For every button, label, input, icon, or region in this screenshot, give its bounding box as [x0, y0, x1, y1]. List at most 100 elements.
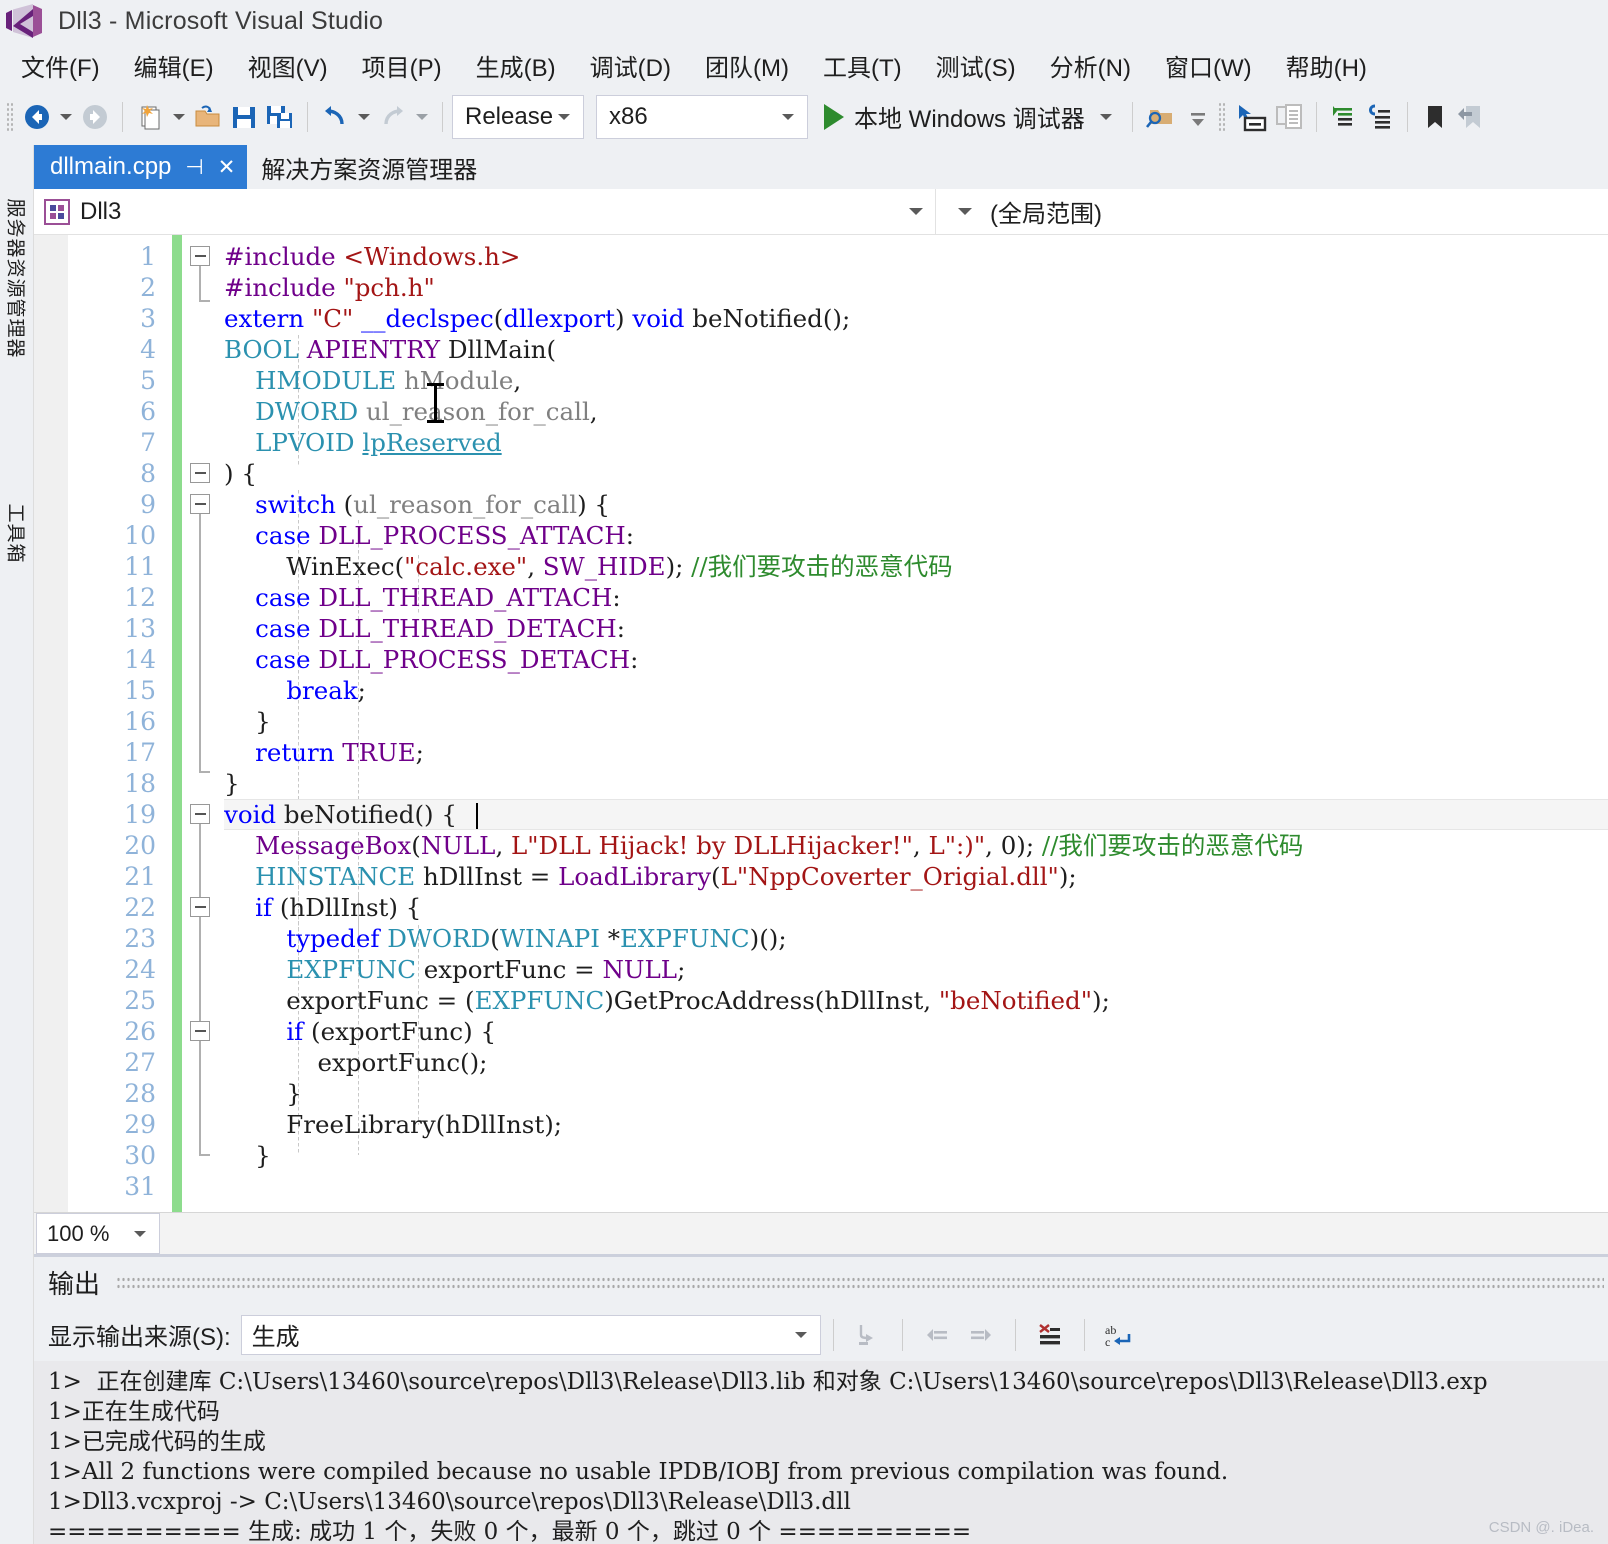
solution-platform-combo[interactable]: x86	[596, 94, 808, 139]
output-source-combo[interactable]: 生成	[240, 1314, 821, 1355]
menu-build[interactable]: 生成(B)	[459, 45, 573, 86]
zoom-level-combo[interactable]: 100 %	[36, 1213, 160, 1254]
next-message-icon[interactable]	[959, 1314, 1003, 1356]
bookmark-icon[interactable]	[1417, 96, 1453, 138]
undo-icon[interactable]	[317, 96, 353, 138]
menu-help[interactable]: 帮助(H)	[1269, 45, 1384, 86]
code-line-20: MessageBox(NULL, L"DLL Hijack! by DLLHij…	[255, 831, 1304, 860]
code-folding-margin[interactable]	[182, 235, 224, 1212]
navigate-forward-icon[interactable]	[77, 96, 113, 138]
toolbar-grip[interactable]	[6, 101, 15, 132]
code-line-24: EXPFUNC exportFunc = NULL;	[286, 955, 686, 984]
tab-label: 解决方案资源管理器	[261, 156, 478, 184]
save-all-icon[interactable]	[262, 96, 298, 138]
project-icon	[44, 198, 70, 225]
tab-solution-explorer[interactable]: 解决方案资源管理器	[247, 145, 491, 189]
open-file-icon[interactable]	[190, 96, 226, 138]
code-line-15: break;	[286, 676, 366, 705]
redo-dropdown-icon[interactable]	[416, 113, 428, 120]
unsaved-change-indicator	[172, 235, 182, 1212]
save-icon[interactable]	[226, 96, 262, 138]
code-text-area[interactable]: #include <Windows.h> #include "pch.h" ex…	[224, 235, 1608, 1212]
toolbar-separator	[442, 101, 443, 132]
output-panel-drag-handle[interactable]	[116, 1275, 1604, 1290]
pin-tab-icon[interactable]: ⊣	[185, 155, 203, 180]
navigate-back-dropdown-icon[interactable]	[60, 113, 72, 120]
output-text-area[interactable]: 1> 正在创建库 C:\Users\13460\source\repos\Dll…	[34, 1361, 1608, 1544]
previous-message-icon[interactable]	[915, 1314, 959, 1356]
toolbar-separator	[122, 101, 123, 132]
new-item-icon[interactable]	[132, 96, 168, 138]
code-line-26: if (exportFunc) {	[286, 1017, 497, 1046]
find-in-files-dropdown-icon[interactable]	[1180, 96, 1216, 138]
menu-view[interactable]: 视图(V)	[231, 45, 345, 86]
toolbar-grip[interactable]	[1217, 101, 1227, 132]
fold-toggle-icon[interactable]	[190, 494, 210, 514]
code-editor[interactable]: 1 2 3 4 5 6 7 8 9 10 11 12 13 14 15 16 1…	[34, 235, 1608, 1212]
line-number: 14	[124, 645, 156, 674]
redo-icon[interactable]	[375, 96, 411, 138]
output-line: 1>正在生成代码	[48, 1399, 220, 1426]
menu-tools[interactable]: 工具(T)	[806, 45, 919, 86]
fold-toggle-icon[interactable]	[190, 804, 210, 824]
code-line-5: HMODULE hModule,	[255, 366, 522, 395]
code-line-4: BOOL APIENTRY DllMain(	[224, 335, 557, 364]
line-number: 24	[124, 955, 156, 984]
toolbar-separator	[1131, 101, 1133, 132]
menu-analyze[interactable]: 分析(N)	[1033, 45, 1148, 86]
chevron-down-icon	[134, 1230, 146, 1237]
fold-toggle-icon[interactable]	[190, 246, 210, 266]
close-tab-icon[interactable]: ✕	[218, 155, 236, 180]
fold-toggle-icon[interactable]	[190, 463, 210, 483]
paste-icon[interactable]	[1271, 96, 1307, 138]
menu-window[interactable]: 窗口(W)	[1148, 45, 1269, 86]
tab-label: dllmain.cpp	[50, 153, 172, 180]
editor-navigation-bar: Dll3 (全局范围)	[34, 189, 1608, 235]
svg-text:c: c	[1105, 1335, 1110, 1349]
start-debugging-button[interactable]: 本地 Windows 调试器	[820, 95, 1123, 139]
member-scope-combo[interactable]: (全局范围)	[936, 189, 1608, 234]
comment-icon[interactable]	[1326, 96, 1362, 138]
clear-output-icon[interactable]	[1028, 1314, 1072, 1356]
toolbar-separator	[1014, 1318, 1016, 1351]
solution-configuration-combo[interactable]: Release	[452, 94, 584, 139]
undo-dropdown-icon[interactable]	[358, 113, 370, 120]
chevron-down-icon	[794, 1331, 807, 1338]
code-line-13: case DLL_THREAD_DETACH:	[255, 614, 626, 643]
window-title: Dll3 - Microsoft Visual Studio	[58, 6, 384, 35]
code-line-22: if (hDllInst) {	[255, 893, 422, 922]
output-line: 1>Dll3.vcxproj -> C:\Users\13460\source\…	[48, 1489, 851, 1516]
toggle-word-wrap-icon[interactable]: ab c	[1097, 1314, 1141, 1356]
rail-item-toolbox[interactable]: 工具箱	[3, 503, 30, 563]
line-number: 31	[124, 1172, 156, 1201]
rail-item-server-explorer[interactable]: 服务器资源管理器	[3, 198, 30, 358]
output-line: ========== 生成: 成功 1 个，失败 0 个，最新 0 个，跳过 0…	[48, 1519, 972, 1544]
chevron-down-icon	[909, 208, 923, 215]
menu-edit[interactable]: 编辑(E)	[117, 45, 231, 86]
menu-test[interactable]: 测试(S)	[919, 45, 1033, 86]
line-number: 3	[140, 304, 156, 333]
line-number: 4	[140, 335, 156, 364]
new-item-dropdown-icon[interactable]	[173, 113, 185, 120]
fold-toggle-icon[interactable]	[190, 1021, 210, 1041]
project-scope-combo[interactable]: Dll3	[34, 189, 936, 234]
chevron-down-icon[interactable]	[1099, 113, 1112, 120]
uncomment-icon[interactable]	[1362, 96, 1398, 138]
menu-debug[interactable]: 调试(D)	[573, 45, 688, 86]
find-in-files-icon[interactable]	[1142, 96, 1180, 138]
line-number: 1	[140, 242, 156, 271]
navigate-back-icon[interactable]	[19, 96, 55, 138]
standard-toolbar: Release x86 本地 Windows 调试器	[0, 88, 1608, 145]
line-number: 28	[124, 1079, 156, 1108]
fold-toggle-icon[interactable]	[190, 897, 210, 917]
previous-bookmark-icon[interactable]	[1453, 96, 1489, 138]
menu-team[interactable]: 团队(M)	[688, 45, 806, 86]
output-panel-title: 输出	[48, 1269, 101, 1300]
code-line-9: switch (ul_reason_for_call) {	[255, 490, 611, 519]
jump-to-message-icon[interactable]	[846, 1314, 890, 1356]
menu-project[interactable]: 项目(P)	[345, 45, 459, 86]
tab-dllmain-cpp[interactable]: dllmain.cpp ⊣ ✕	[34, 145, 248, 189]
line-number: 6	[140, 397, 156, 426]
menu-file[interactable]: 文件(F)	[4, 45, 117, 86]
go-to-definition-icon[interactable]	[1231, 96, 1271, 138]
